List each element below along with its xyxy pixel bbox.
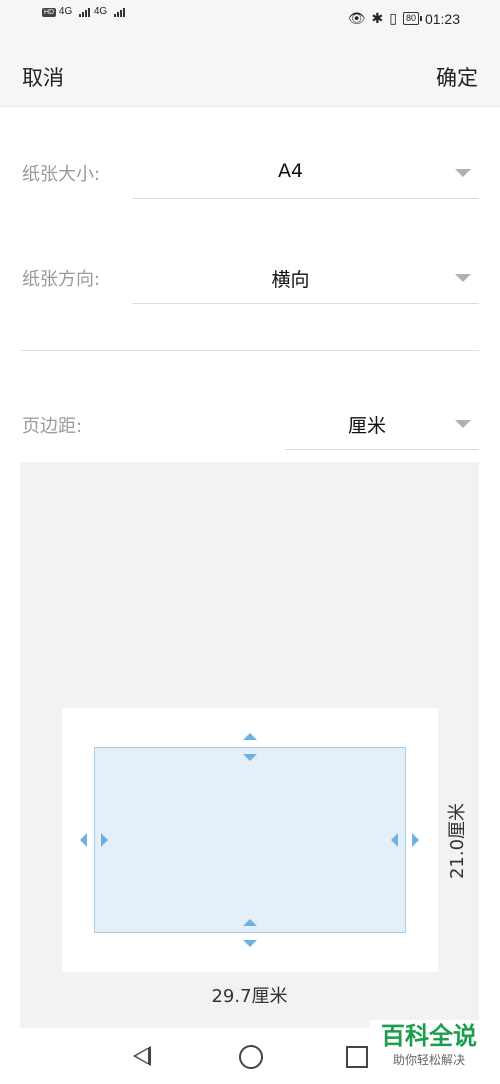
paper-orientation-select[interactable]: 横向: [132, 253, 479, 304]
bluetooth-icon: ✱: [371, 10, 384, 26]
right-margin-right-arrow-icon[interactable]: [412, 833, 419, 847]
battery-icon: 80: [402, 12, 422, 25]
vibrate-icon: ▯: [389, 10, 397, 26]
paper-height-label: 21.0厘米: [447, 802, 468, 880]
signal-icon-2: [113, 6, 126, 17]
confirm-button[interactable]: 确定: [436, 62, 478, 92]
dropdown-caret-icon: [455, 420, 471, 428]
section-divider: [20, 350, 479, 351]
dropdown-caret-icon: [455, 274, 471, 282]
top-margin-down-arrow-icon[interactable]: [243, 754, 257, 761]
paper-size-value: A4: [277, 160, 304, 182]
paper-orientation-label: 纸张方向:: [22, 269, 101, 290]
watermark-main-text: 百科全说: [381, 1022, 477, 1050]
paper-size-select[interactable]: A4: [132, 148, 479, 199]
recent-apps-icon[interactable]: [346, 1046, 368, 1068]
bottom-margin-down-arrow-icon[interactable]: [243, 940, 257, 947]
back-icon[interactable]: [133, 1046, 151, 1066]
paper-orientation-value: 横向: [271, 269, 310, 291]
cancel-button[interactable]: 取消: [22, 62, 64, 92]
status-left-icons: HD 4G 4G: [42, 6, 126, 17]
page-preview: 29.7厘米 21.0厘米: [20, 462, 479, 1028]
paper-size-label: 纸张大小:: [22, 164, 101, 185]
hd-icon: HD: [42, 8, 57, 17]
eye-icon: 👁: [347, 10, 366, 26]
home-icon[interactable]: [239, 1045, 263, 1069]
paper-width-label: 29.7厘米: [211, 986, 288, 1007]
paper-sheet: [62, 708, 438, 972]
top-margin-up-arrow-icon[interactable]: [243, 733, 257, 740]
dropdown-caret-icon: [455, 169, 471, 177]
bottom-margin-up-arrow-icon[interactable]: [243, 919, 257, 926]
right-margin-left-arrow-icon[interactable]: [391, 833, 398, 847]
watermark-sub-text: 助你轻松解决: [392, 1053, 465, 1067]
margin-unit-select[interactable]: 厘米: [285, 399, 479, 450]
left-margin-right-arrow-icon[interactable]: [101, 833, 108, 847]
network-type-1: 4G: [58, 6, 73, 17]
signal-icon: [79, 6, 91, 17]
printable-area: [94, 747, 406, 933]
watermark-logo: 百科全说 助你轻松解决: [370, 1020, 488, 1078]
header-bar: 取消 确定: [0, 38, 500, 107]
left-margin-left-arrow-icon[interactable]: [80, 833, 87, 847]
margins-label: 页边距:: [22, 416, 83, 437]
margin-unit-value: 厘米: [347, 415, 386, 437]
clock: 01:23: [424, 10, 460, 27]
status-bar: HD 4G 4G 👁 ✱ ▯ 80 01:23: [0, 0, 500, 38]
status-right-icons: 👁 ✱ ▯ 80 01:23: [348, 10, 460, 27]
network-type-2: 4G: [93, 6, 108, 17]
